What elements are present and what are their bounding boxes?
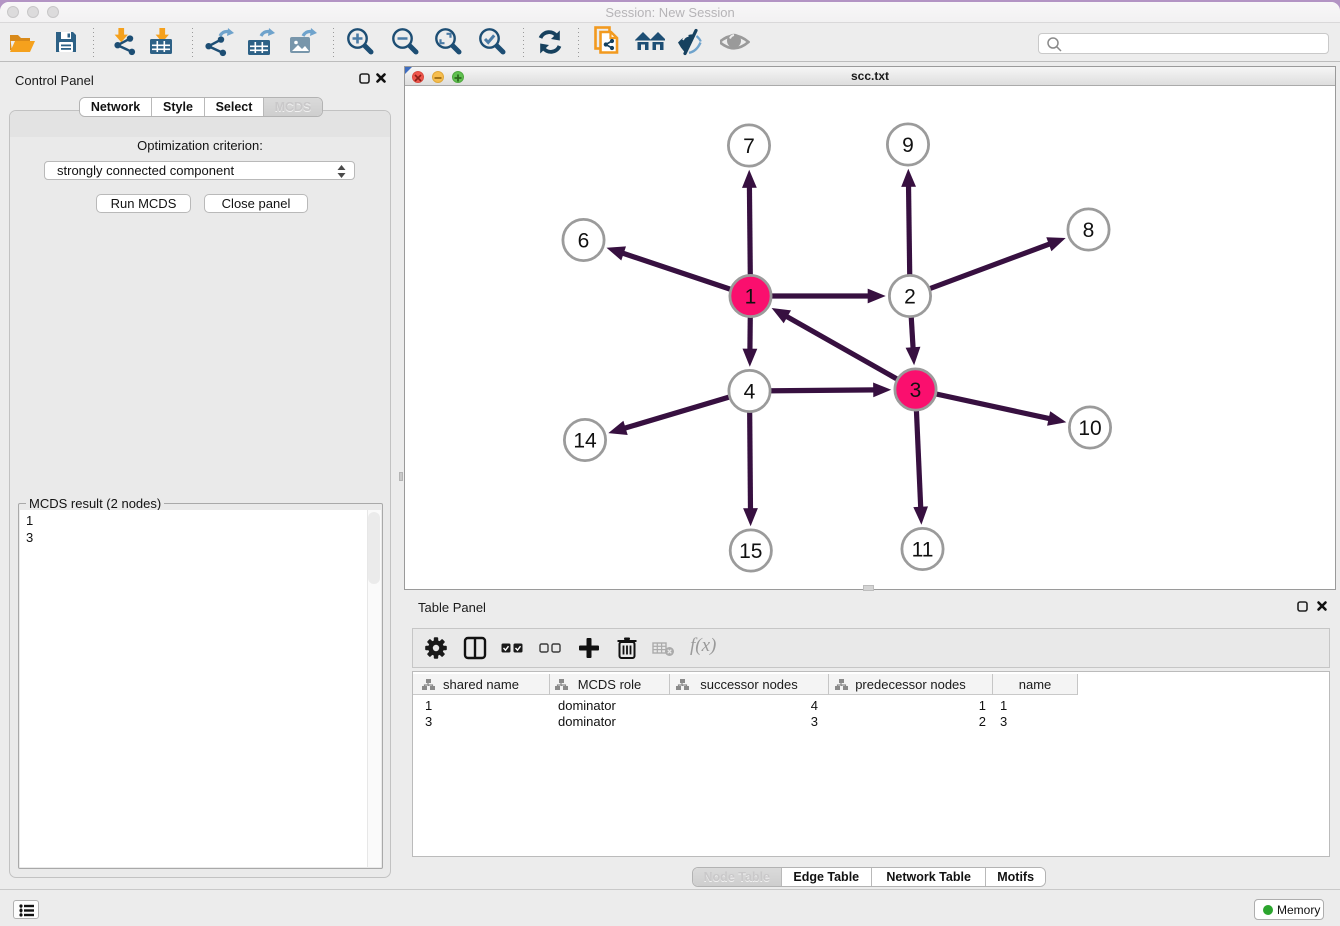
svg-text:14: 14 (573, 430, 597, 453)
svg-text:9: 9 (902, 134, 914, 157)
svg-text:11: 11 (912, 539, 934, 562)
svg-text:4: 4 (744, 381, 756, 404)
svg-text:10: 10 (1078, 417, 1101, 440)
svg-text:15: 15 (739, 540, 762, 563)
svg-text:6: 6 (578, 230, 590, 253)
svg-text:7: 7 (743, 135, 755, 158)
svg-text:3: 3 (910, 379, 922, 402)
svg-text:2: 2 (904, 286, 916, 309)
svg-text:1: 1 (745, 286, 757, 309)
svg-text:8: 8 (1083, 219, 1095, 242)
